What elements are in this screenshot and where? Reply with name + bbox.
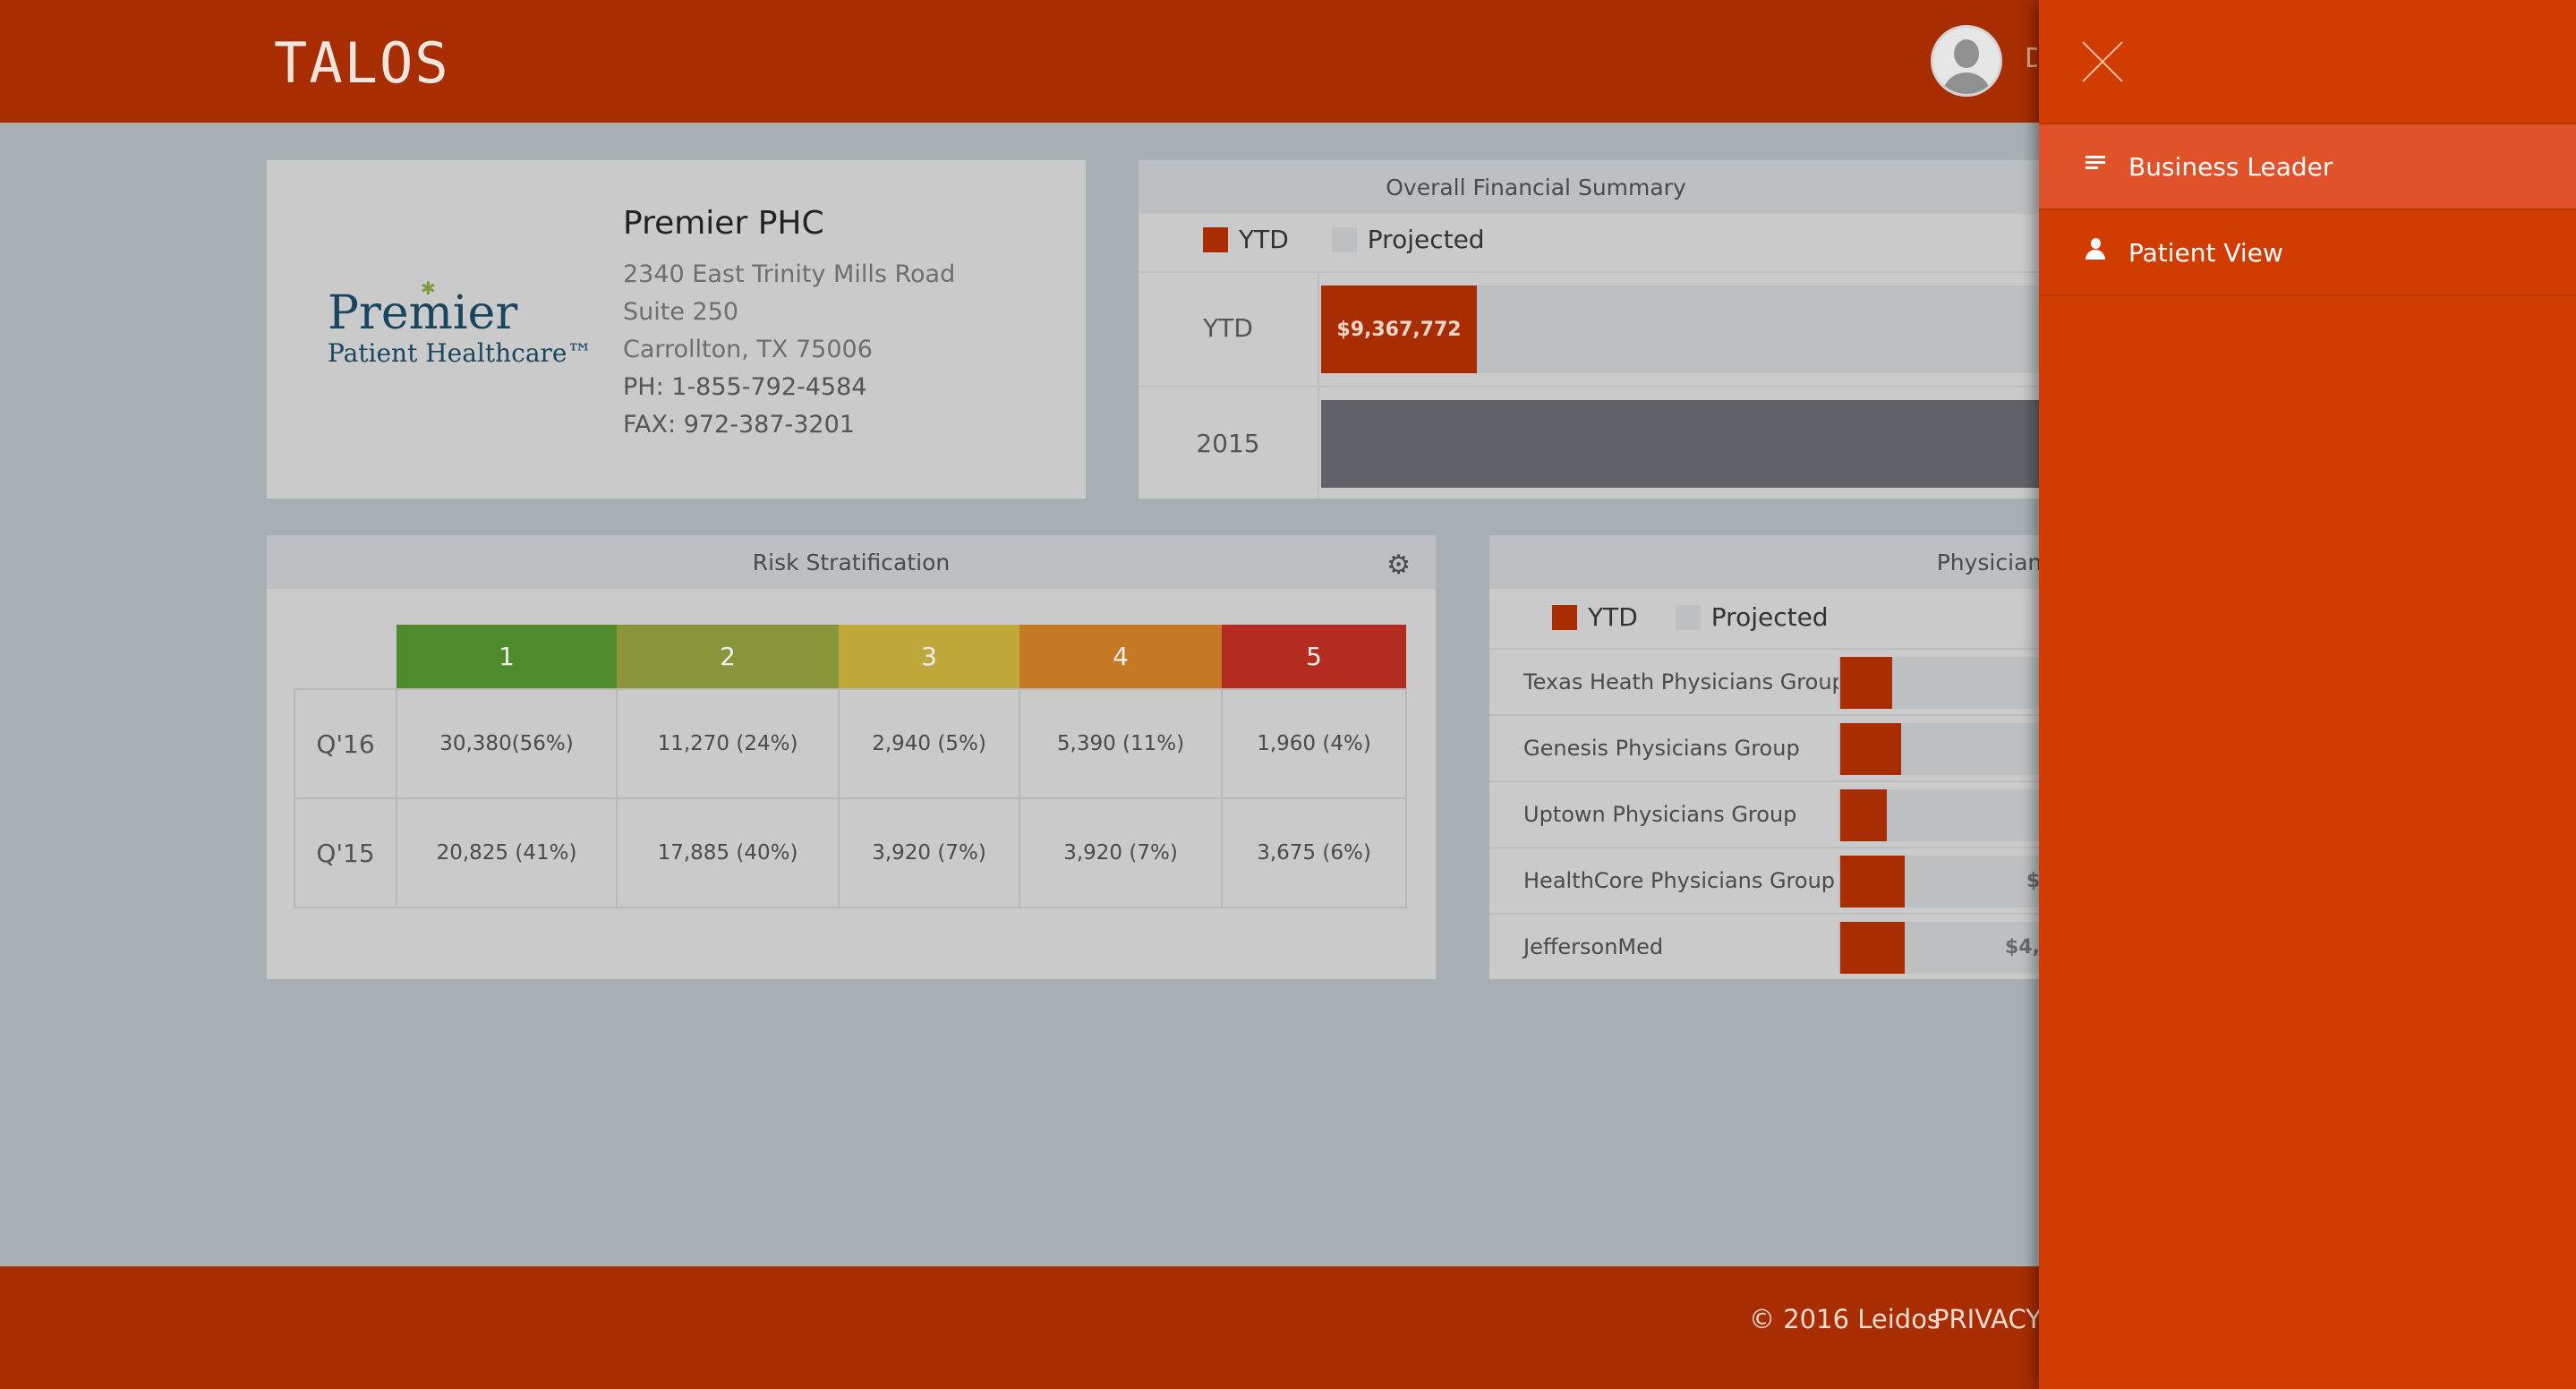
table-cell: 3,920 (7%) [838, 797, 1020, 908]
organization-name: Premier PHC [623, 205, 824, 242]
organization-card: ✱ Premier Patient Healthcare™ Premier PH… [267, 160, 1086, 499]
table-cell: 1,960 (4%) [1221, 688, 1407, 799]
legend-ytd-swatch [1552, 604, 1577, 630]
risk-header-blank [294, 625, 397, 689]
financial-ytd-bar-value: $9,367,772 [1336, 318, 1462, 341]
drawer-menu: Business Leader Patient View [2039, 123, 2576, 296]
address-line-2: Suite 250 [623, 298, 739, 326]
dashboard-lines-icon [2086, 156, 2105, 170]
financial-row-label: 2015 [1139, 388, 1319, 499]
table-cell: 20,825 (41%) [396, 797, 618, 908]
table-cell: 3,920 (7%) [1019, 797, 1223, 908]
legend-projected-label: Projected [1710, 602, 1829, 632]
financial-ytd-bar[interactable]: $9,367,772 [1321, 285, 1477, 373]
avatar-body-shape [1941, 72, 1992, 94]
physician-ytd-bar[interactable] [1840, 789, 1887, 841]
city-state-zip: Carrollton, TX 75006 [623, 336, 873, 363]
phone-number: PH: 1-855-792-4584 [623, 373, 867, 401]
table-cell: 11,270 (24%) [616, 688, 840, 799]
row-label-q16: Q'16 [294, 688, 397, 799]
row-label-q15: Q'15 [294, 797, 397, 908]
legend-ytd-swatch [1203, 226, 1228, 252]
risk-tier-header-row: 1 2 3 4 5 [294, 625, 1406, 689]
table-cell: 17,885 (40%) [616, 797, 840, 908]
fax-number: FAX: 972-387-3201 [623, 411, 855, 439]
legend-ytd-label: YTD [1239, 225, 1289, 254]
copyright-text: © 2016 Leidos [1749, 1304, 1941, 1334]
tier-header-4[interactable]: 4 [1019, 625, 1222, 689]
physician-bar-value: $4, [2005, 936, 2040, 959]
financial-row-label: YTD [1139, 273, 1319, 386]
avatar-head-shape [1954, 39, 1979, 68]
menu-item-label: Patient View [2128, 237, 2283, 268]
physician-legend: YTD Projected [1552, 602, 1829, 632]
app-logo[interactable]: TALOS [274, 30, 450, 96]
tier-header-2[interactable]: 2 [617, 625, 839, 689]
user-avatar[interactable] [1931, 25, 2002, 97]
menu-item-business-leader[interactable]: Business Leader [2039, 124, 2576, 210]
physician-ytd-bar[interactable] [1840, 922, 1905, 974]
privacy-link[interactable]: PRIVACY [1933, 1304, 2042, 1334]
address-line-1: 2340 East Trinity Mills Road [623, 260, 956, 288]
table-row: Q'16 30,380(56%) 11,270 (24%) 2,940 (5%)… [294, 688, 1407, 799]
physician-group-name: Genesis Physicians Group [1523, 736, 1800, 761]
organization-info: Premier PHC 2340 East Trinity Mills Road… [623, 205, 955, 444]
tier-header-5[interactable]: 5 [1222, 625, 1406, 689]
table-row: Q'15 20,825 (41%) 17,885 (40%) 3,920 (7%… [294, 797, 1407, 908]
legend-projected-swatch [1675, 604, 1701, 630]
physician-group-name: Texas Heath Physicians Group [1523, 669, 1846, 694]
legend-projected-swatch [1331, 226, 1357, 252]
close-icon[interactable] [2080, 39, 2125, 84]
physician-ytd-bar[interactable] [1840, 723, 1901, 775]
organization-logo: ✱ Premier Patient Healthcare™ [328, 277, 593, 368]
navigation-drawer: Business Leader Patient View [2039, 0, 2576, 1389]
physician-group-name: Uptown Physicians Group [1523, 802, 1797, 827]
risk-stratification-title: Risk Stratification [752, 550, 951, 575]
legend-projected-label: Projected [1367, 225, 1485, 254]
risk-stratification-card: Risk Stratification ⚙ 1 2 3 4 5 Q'16 30,… [267, 535, 1436, 979]
logo-star-icon: ✱ [421, 277, 436, 299]
physician-ytd-bar[interactable] [1840, 657, 1892, 709]
gear-icon[interactable]: ⚙ [1386, 550, 1411, 581]
financial-summary-title: Overall Financial Summary [1386, 175, 1686, 200]
logo-line-2: Patient Healthcare™ [328, 338, 593, 368]
risk-table: 1 2 3 4 5 Q'16 30,380(56%) 11,270 (24%) … [294, 625, 1407, 908]
table-cell: 3,675 (6%) [1221, 797, 1407, 908]
logo-line-1: Premier [328, 286, 518, 340]
financial-legend: YTD Projected [1203, 225, 1485, 254]
tier-header-3[interactable]: 3 [839, 625, 1019, 689]
physician-group-name: JeffersonMed [1523, 934, 1664, 959]
table-cell: 2,940 (5%) [838, 688, 1020, 799]
risk-stratification-title-bar: Risk Stratification [267, 535, 1436, 589]
person-icon [2086, 238, 2105, 260]
physician-group-name: HealthCore Physicians Group [1523, 868, 1836, 893]
tier-header-1[interactable]: 1 [397, 625, 617, 689]
table-cell: 5,390 (11%) [1019, 688, 1223, 799]
menu-item-label: Business Leader [2128, 151, 2333, 182]
legend-ytd-label: YTD [1588, 602, 1638, 632]
menu-item-patient-view[interactable]: Patient View [2039, 210, 2576, 296]
physician-ytd-bar[interactable] [1840, 856, 1905, 908]
table-cell: 30,380(56%) [396, 688, 618, 799]
user-name[interactable]: D [2025, 43, 2037, 74]
